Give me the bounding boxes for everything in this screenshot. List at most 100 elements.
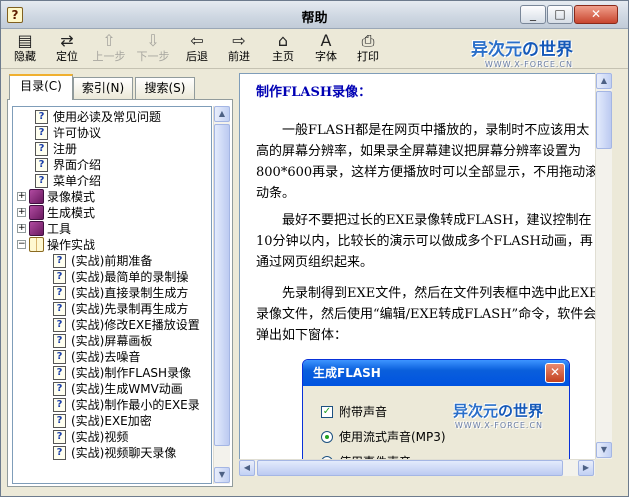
down-arrow-icon: ⇩ bbox=[146, 31, 160, 50]
forward-arrow-icon: ⇨ bbox=[232, 31, 246, 50]
locate-label: 定位 bbox=[56, 50, 78, 63]
tree-item-label: (实战)修改EXE播放设置 bbox=[71, 318, 200, 332]
radio-selected-icon bbox=[321, 431, 333, 443]
help-page-icon: ? bbox=[53, 430, 66, 444]
collapse-icon[interactable]: − bbox=[17, 240, 26, 249]
help-page-icon: ? bbox=[35, 158, 48, 172]
help-page-icon: ? bbox=[53, 318, 66, 332]
contents-tree[interactable]: ? 使用必读及常见问题? 许可协议? 注册? 界面介绍? 菜单介绍 + 录像模式 + 生成模式 + 工… bbox=[12, 106, 212, 484]
tab-contents[interactable]: 目录(C) bbox=[9, 74, 73, 100]
help-page-icon: ? bbox=[35, 126, 48, 140]
tree-scroll-up-button[interactable]: ▲ bbox=[214, 106, 230, 122]
help-page-icon: ? bbox=[35, 110, 48, 124]
tree-scroll-down-button[interactable]: ▼ bbox=[214, 467, 230, 483]
topic-paragraph: 最好不要把过长的EXE录像转成FLASH，建议控制在10分钟以内，比较长的演示可… bbox=[256, 213, 593, 270]
navigation-pane: 索引(N) 搜索(S) 目录(C) ? 使用必读及常见问题? 许可协议? 注册? 界面介… bbox=[7, 73, 233, 487]
tab-search[interactable]: 搜索(S) bbox=[135, 77, 195, 99]
open-book-icon bbox=[29, 237, 44, 252]
tree-item-label: 注册 bbox=[53, 142, 78, 156]
home-icon: ⌂ bbox=[277, 31, 289, 50]
tree-item-label: 许可协议 bbox=[53, 126, 102, 140]
tree-item-label: (实战)屏幕画板 bbox=[71, 334, 153, 348]
help-page-icon: ? bbox=[35, 174, 48, 188]
help-window: ? 帮助 _ □ ✕ ▤ 隐藏 ⇄ 定位 ⇧ 上一步 ⇩ 下一步 ⇦ 后退 ⇨ … bbox=[0, 0, 629, 497]
tree-item-label: 菜单介绍 bbox=[53, 174, 102, 188]
help-page-icon: ? bbox=[53, 254, 66, 268]
tree-item-label: (实战)先录制再生成方 bbox=[71, 302, 189, 316]
help-page-icon: ? bbox=[53, 350, 66, 364]
expand-icon[interactable]: + bbox=[17, 192, 26, 201]
hide-button[interactable]: ▤ 隐藏 bbox=[5, 32, 45, 66]
tree-item-label: (实战)最简单的录制操 bbox=[71, 270, 189, 284]
previous-topic-button[interactable]: ⇧ 上一步 bbox=[89, 32, 129, 66]
content-scroll-down-button[interactable]: ▼ bbox=[596, 442, 612, 458]
scrollbar-corner bbox=[595, 459, 612, 476]
font-button[interactable]: A 字体 bbox=[306, 32, 346, 66]
tree-item-label: 录像模式 bbox=[47, 190, 96, 204]
book-icon bbox=[29, 205, 44, 220]
dialog-title: 生成FLASH bbox=[303, 360, 569, 386]
minimize-button[interactable]: _ bbox=[520, 5, 546, 24]
help-page-icon: ? bbox=[53, 302, 66, 316]
topic-title: 制作FLASH录像： bbox=[256, 85, 372, 100]
home-label: 主页 bbox=[272, 50, 294, 63]
watermark-logo: 异次元の世界 WWW.X-FORCE.CN bbox=[471, 40, 573, 69]
help-page-icon: ? bbox=[53, 334, 66, 348]
topic-content-pane: 制作FLASH录像： 一般FLASH都是在网页中播放的，录制时不应该用太高的屏幕… bbox=[239, 73, 612, 476]
back-button[interactable]: ⇦ 后退 bbox=[177, 32, 217, 66]
tree-item-label: (实战)视频 bbox=[71, 430, 129, 444]
next-topic-label: 下一步 bbox=[136, 50, 170, 63]
content-horizontal-scrollbar[interactable]: ◀ ▶ bbox=[239, 459, 595, 476]
hide-icon: ▤ bbox=[17, 31, 33, 50]
expand-icon[interactable]: + bbox=[17, 224, 26, 233]
forward-button[interactable]: ⇨ 前进 bbox=[219, 32, 259, 66]
help-page-icon: ? bbox=[53, 382, 66, 396]
content-scroll-right-button[interactable]: ▶ bbox=[578, 460, 594, 476]
title-bar: ? 帮助 _ □ ✕ bbox=[1, 1, 628, 29]
locate-icon: ⇄ bbox=[60, 31, 74, 50]
maximize-button[interactable]: □ bbox=[547, 5, 573, 24]
close-button[interactable]: ✕ bbox=[574, 5, 618, 24]
tree-item-label: (实战)制作FLASH录像 bbox=[71, 366, 192, 380]
next-topic-button[interactable]: ⇩ 下一步 bbox=[133, 32, 173, 66]
tree-item-label: 工具 bbox=[47, 222, 72, 236]
content-scroll-up-button[interactable]: ▲ bbox=[596, 73, 612, 89]
tree-scroll-thumb[interactable] bbox=[214, 124, 230, 446]
tree-item-label: 界面介绍 bbox=[53, 158, 102, 172]
back-arrow-icon: ⇦ bbox=[190, 31, 204, 50]
font-label: 字体 bbox=[315, 50, 337, 63]
content-hscroll-thumb[interactable] bbox=[257, 460, 563, 476]
up-arrow-icon: ⇧ bbox=[102, 31, 116, 50]
expand-icon[interactable]: + bbox=[17, 208, 26, 217]
tree-vertical-scrollbar[interactable]: ▲ ▼ bbox=[213, 106, 230, 484]
locate-button[interactable]: ⇄ 定位 bbox=[47, 32, 87, 66]
dialog-watermark-logo: 异次元の世界 WWW.X-FORCE.CN bbox=[453, 402, 544, 430]
dialog-close-icon: ✕ bbox=[545, 363, 565, 383]
help-page-icon: ? bbox=[35, 142, 48, 156]
back-label: 后退 bbox=[186, 50, 208, 63]
print-button[interactable]: ⎙ 打印 bbox=[348, 32, 388, 66]
tree-item-label: (实战)直接录制生成方 bbox=[71, 286, 189, 300]
tree-item-label: (实战)制作最小的EXE录 bbox=[71, 398, 200, 412]
printer-icon: ⎙ bbox=[361, 31, 375, 50]
topic-paragraph: 一般FLASH都是在网页中播放的，录制时不应该用太高的屏幕分辨率，如果录全屏幕建… bbox=[256, 123, 599, 201]
topic-paragraph: 先录制得到EXE文件，然后在文件列表框中选中此EXE录像文件，然后使用“编辑/E… bbox=[256, 286, 599, 343]
print-label: 打印 bbox=[357, 50, 379, 63]
tree-item-label: 操作实战 bbox=[47, 238, 96, 252]
tree-item-label: 使用必读及常见问题 bbox=[53, 110, 162, 124]
font-icon: A bbox=[320, 31, 332, 50]
forward-label: 前进 bbox=[228, 50, 250, 63]
previous-topic-label: 上一步 bbox=[92, 50, 126, 63]
help-page-icon: ? bbox=[53, 398, 66, 412]
help-page-icon: ? bbox=[53, 286, 66, 300]
home-button[interactable]: ⌂ 主页 bbox=[263, 32, 303, 66]
help-page-icon: ? bbox=[53, 446, 66, 460]
tab-index[interactable]: 索引(N) bbox=[73, 77, 133, 99]
tree-item-label: 生成模式 bbox=[47, 206, 96, 220]
toolbar: ▤ 隐藏 ⇄ 定位 ⇧ 上一步 ⇩ 下一步 ⇦ 后退 ⇨ 前进 ⌂ 主页 A 字 bbox=[1, 29, 628, 69]
content-scroll-thumb[interactable] bbox=[596, 91, 612, 149]
content-vertical-scrollbar[interactable]: ▲ ▼ bbox=[595, 73, 612, 459]
help-page-icon: ? bbox=[53, 366, 66, 380]
tree-item-label: (实战)EXE加密 bbox=[71, 414, 152, 428]
content-scroll-left-button[interactable]: ◀ bbox=[239, 460, 255, 476]
